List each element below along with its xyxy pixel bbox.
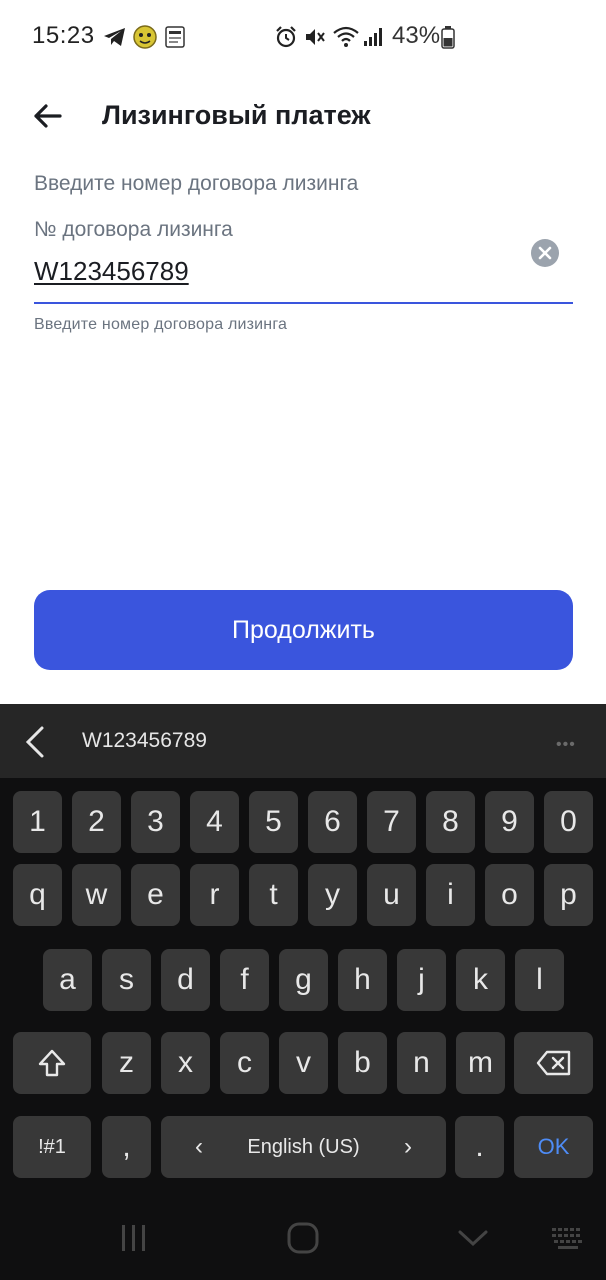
language-next-icon: › xyxy=(403,1133,412,1160)
key-0[interactable]: 0 xyxy=(544,791,593,853)
space-language-label: English (US) xyxy=(247,1135,360,1158)
key-q[interactable]: q xyxy=(13,864,62,926)
signal-icon xyxy=(362,24,384,50)
key-o[interactable]: o xyxy=(485,864,534,926)
comma-key[interactable]: , xyxy=(102,1116,151,1178)
key-f[interactable]: f xyxy=(220,949,269,1011)
space-bar[interactable]: ‹ English (US) › xyxy=(161,1116,446,1178)
contract-number-input[interactable]: W123456789 xyxy=(34,256,189,287)
telegram-icon xyxy=(102,24,128,50)
backspace-key[interactable] xyxy=(514,1032,593,1094)
key-a[interactable]: a xyxy=(43,949,92,1011)
key-8[interactable]: 8 xyxy=(426,791,475,853)
key-m[interactable]: m xyxy=(456,1032,505,1094)
key-x[interactable]: x xyxy=(161,1032,210,1094)
clear-circle-icon[interactable] xyxy=(531,239,559,267)
sticker-icon xyxy=(132,24,158,50)
key-3[interactable]: 3 xyxy=(131,791,180,853)
on-screen-keyboard: W123456789 ••• 1234567890 qwertyuiop asdfg… xyxy=(0,704,606,1280)
key-l[interactable]: l xyxy=(515,949,564,1011)
key-h[interactable]: h xyxy=(338,949,387,1011)
status-time: 15:23 xyxy=(32,22,95,49)
more-options-icon[interactable]: ••• xyxy=(556,736,576,754)
key-y[interactable]: y xyxy=(308,864,357,926)
key-t[interactable]: t xyxy=(249,864,298,926)
key-c[interactable]: c xyxy=(220,1032,269,1094)
status-bar: 15:23 43% xyxy=(0,0,606,74)
key-i[interactable]: i xyxy=(426,864,475,926)
key-9[interactable]: 9 xyxy=(485,791,534,853)
field-helper-text: Введите номер договора лизинга xyxy=(34,316,288,333)
key-z[interactable]: z xyxy=(102,1032,151,1094)
key-1[interactable]: 1 xyxy=(13,791,62,853)
period-key[interactable]: . xyxy=(455,1116,504,1178)
alarm-icon xyxy=(274,24,298,50)
wifi-icon xyxy=(332,24,360,50)
keyboard-icon[interactable] xyxy=(550,1220,586,1256)
home-icon[interactable] xyxy=(286,1220,320,1256)
contract-number-label: № договора лизинга xyxy=(34,218,233,241)
key-w[interactable]: w xyxy=(72,864,121,926)
ok-key[interactable]: OK xyxy=(514,1116,593,1178)
arrow-left-icon[interactable] xyxy=(30,98,66,134)
recent-apps-icon[interactable] xyxy=(118,1220,150,1256)
battery-icon xyxy=(440,24,456,50)
key-u[interactable]: u xyxy=(367,864,416,926)
back-chevron-icon[interactable] xyxy=(456,1220,490,1256)
key-2[interactable]: 2 xyxy=(72,791,121,853)
page-title: Лизинговый платеж xyxy=(102,100,371,130)
key-k[interactable]: k xyxy=(456,949,505,1011)
key-7[interactable]: 7 xyxy=(367,791,416,853)
key-g[interactable]: g xyxy=(279,949,328,1011)
key-v[interactable]: v xyxy=(279,1032,328,1094)
battery-percent: 43% xyxy=(392,22,441,49)
key-j[interactable]: j xyxy=(397,949,446,1011)
app-header: Лизинговый платеж xyxy=(0,80,606,150)
pdf-doc-icon xyxy=(164,24,186,50)
input-underline xyxy=(34,302,573,304)
continue-button[interactable]: Продолжить xyxy=(34,590,573,670)
key-n[interactable]: n xyxy=(397,1032,446,1094)
key-d[interactable]: d xyxy=(161,949,210,1011)
key-5[interactable]: 5 xyxy=(249,791,298,853)
shift-key[interactable] xyxy=(13,1032,91,1094)
form-hint: Введите номер договора лизинга xyxy=(34,172,359,195)
chevron-left-icon[interactable] xyxy=(22,724,48,760)
key-r[interactable]: r xyxy=(190,864,239,926)
suggestion-word[interactable]: W123456789 xyxy=(82,729,207,753)
suggestion-bar: W123456789 ••• xyxy=(0,704,606,778)
key-e[interactable]: e xyxy=(131,864,180,926)
key-4[interactable]: 4 xyxy=(190,791,239,853)
shift-icon xyxy=(38,1049,66,1077)
key-s[interactable]: s xyxy=(102,949,151,1011)
key-p[interactable]: p xyxy=(544,864,593,926)
vibrate-mute-icon xyxy=(302,24,326,50)
system-nav-bar xyxy=(0,1196,606,1280)
language-prev-icon: ‹ xyxy=(195,1133,203,1160)
backspace-icon xyxy=(536,1050,570,1076)
key-b[interactable]: b xyxy=(338,1032,387,1094)
symbols-key[interactable]: !#1 xyxy=(13,1116,91,1178)
key-6[interactable]: 6 xyxy=(308,791,357,853)
